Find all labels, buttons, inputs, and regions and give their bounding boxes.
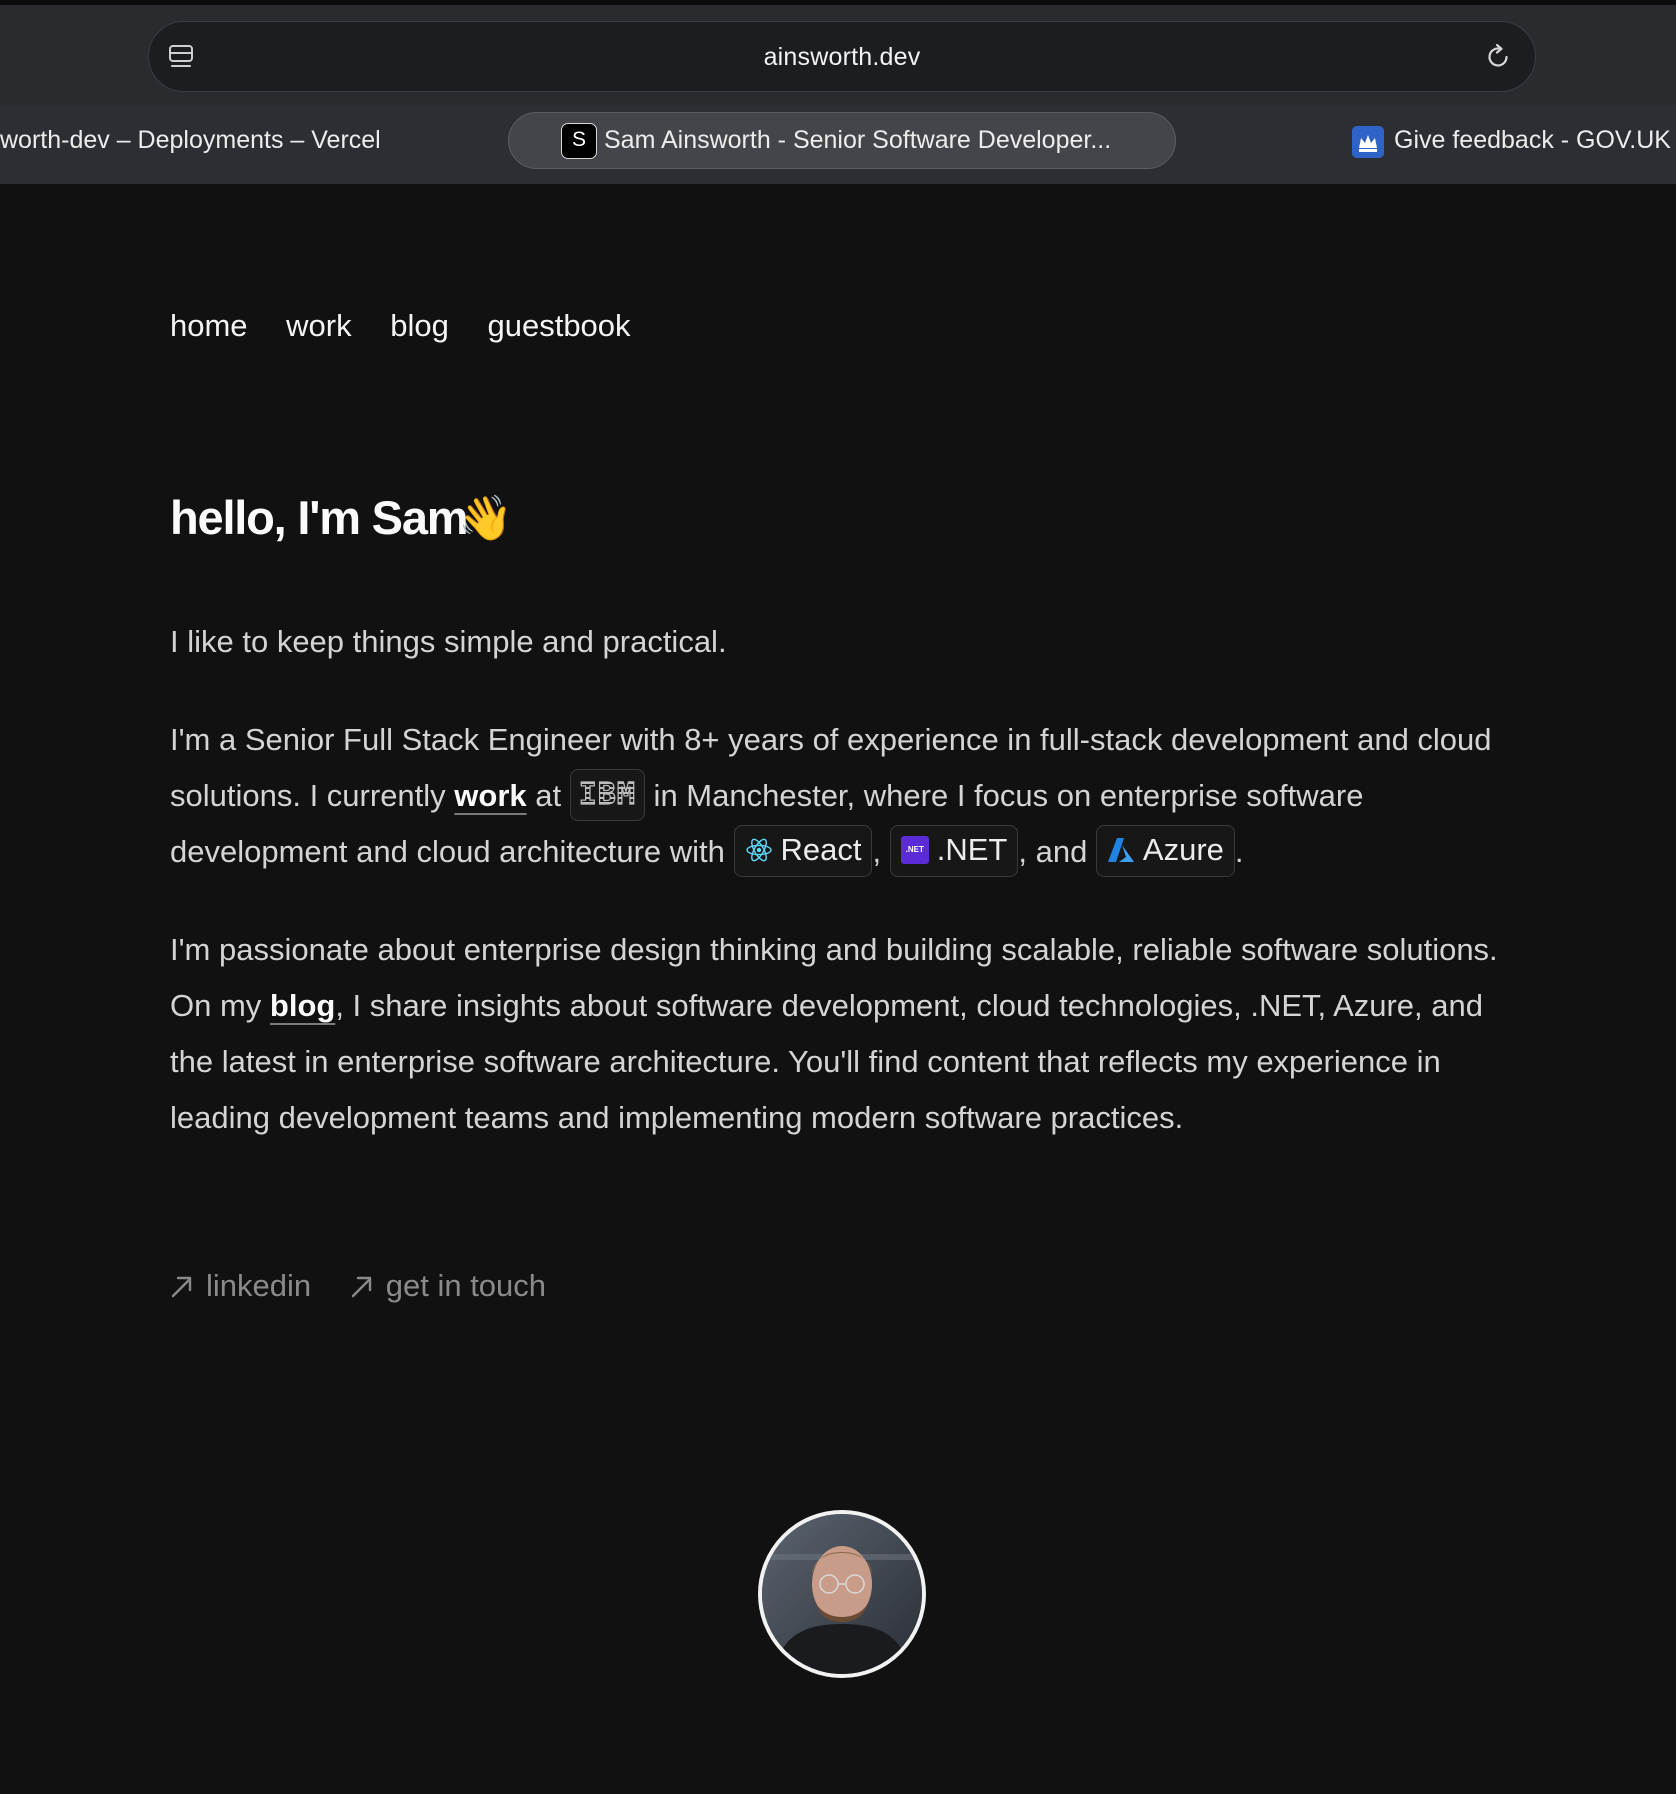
crown-icon: [1352, 126, 1384, 158]
intro-paragraph-3: I'm passionate about enterprise design t…: [170, 922, 1520, 1146]
react-chip[interactable]: React: [733, 824, 873, 877]
sidebar-icon[interactable]: [167, 42, 195, 72]
azure-label: Azure: [1142, 831, 1224, 867]
waving-hand-emoji: 👋: [458, 494, 513, 543]
linkedin-link[interactable]: linkedin: [170, 1268, 311, 1303]
tab-active-sam-ainsworth[interactable]: S Sam Ainsworth - Senior Software Develo…: [508, 112, 1176, 169]
period: .: [1234, 834, 1244, 869]
intro-text: at: [526, 778, 570, 813]
site-favicon: S: [561, 123, 597, 159]
react-label: React: [780, 831, 862, 867]
nav-guestbook[interactable]: guestbook: [487, 308, 630, 343]
work-link[interactable]: work: [454, 778, 526, 813]
dotnet-label: .NET: [936, 831, 1008, 867]
site-nav: home work blog guestbook: [170, 308, 661, 344]
arrow-up-right-icon: [171, 1276, 192, 1298]
azure-icon: [1107, 837, 1134, 862]
arrow-up-right-icon: [351, 1276, 371, 1298]
intro-text: , I share insights about software develo…: [170, 988, 1483, 1135]
tab-title: Sam Ainsworth - Senior Software Develope…: [604, 126, 1112, 154]
browser-toolbar: ainsworth.dev: [0, 5, 1676, 106]
react-icon: [745, 838, 772, 861]
ibm-logo: IBM: [578, 776, 636, 812]
reload-icon[interactable]: [1483, 42, 1513, 72]
intro-paragraph-2: I'm a Senior Full Stack Engineer with 8+…: [170, 712, 1520, 880]
page-title: hello, I'm Sam: [170, 491, 469, 544]
address-bar[interactable]: ainsworth.dev: [148, 21, 1536, 92]
linkedin-label: linkedin: [206, 1268, 312, 1303]
nav-home[interactable]: home: [170, 308, 248, 343]
url-text[interactable]: ainsworth.dev: [149, 22, 1535, 93]
tab-title: worth-dev – Deployments – Vercel: [0, 126, 381, 154]
dotnet-chip[interactable]: .NET .NET: [889, 824, 1019, 877]
nav-blog[interactable]: blog: [390, 308, 449, 343]
tab-gov-uk[interactable]: Give feedback - GOV.UK: [1350, 112, 1671, 169]
nav-work[interactable]: work: [286, 308, 351, 343]
avatar: [758, 1510, 926, 1678]
azure-chip[interactable]: Azure: [1095, 824, 1235, 877]
tab-vercel[interactable]: worth-dev – Deployments – Vercel: [0, 112, 381, 169]
blog-link[interactable]: blog: [270, 988, 335, 1023]
comma: ,: [872, 834, 882, 869]
intro-paragraph-1: I like to keep things simple and practic…: [170, 624, 727, 659]
ibm-chip[interactable]: IBM: [569, 768, 645, 821]
tab-title: Give feedback - GOV.UK: [1394, 126, 1671, 154]
avatar-photo: [762, 1514, 922, 1674]
social-links: linkedin get in touch: [170, 1268, 576, 1304]
and-text: , and: [1018, 834, 1096, 869]
tab-bar: worth-dev – Deployments – Vercel S Sam A…: [0, 106, 1676, 184]
get-in-touch-link[interactable]: get in touch: [350, 1268, 546, 1303]
dotnet-icon: .NET: [900, 835, 929, 864]
get-in-touch-label: get in touch: [385, 1268, 547, 1303]
